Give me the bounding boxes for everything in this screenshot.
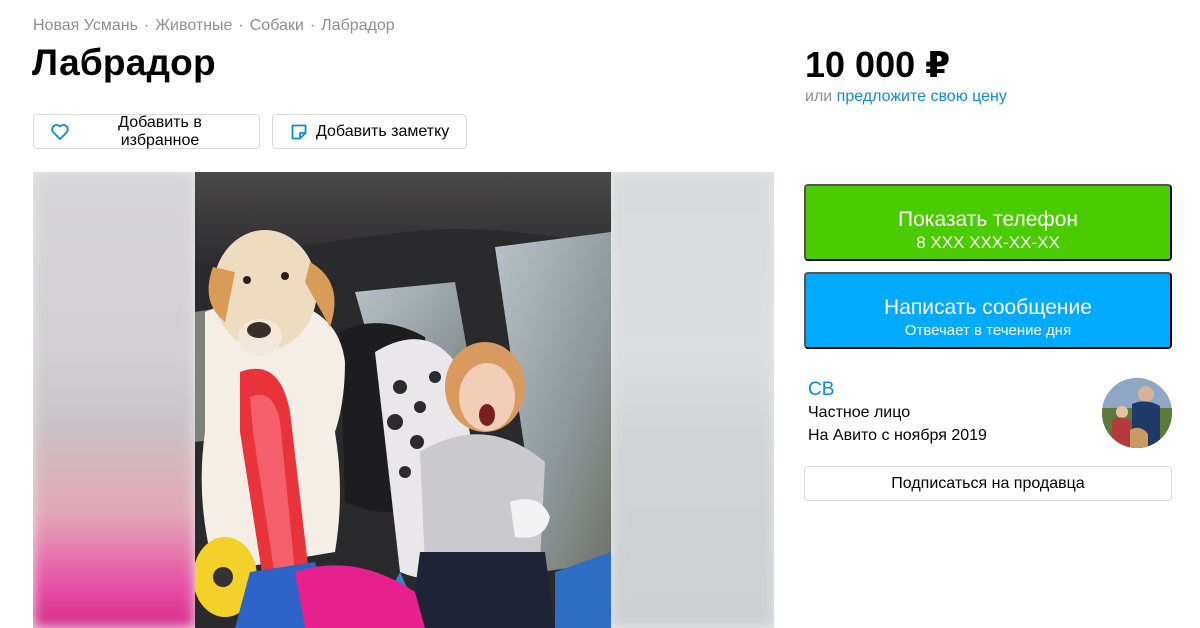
breadcrumb-item-dogs[interactable]: Собаки (250, 17, 304, 35)
add-note-label: Добавить заметку (316, 122, 450, 140)
photo-gallery[interactable] (33, 172, 774, 628)
breadcrumb-separator: · (238, 17, 244, 34)
page-title: Лабрадор (32, 42, 216, 83)
listing-photo[interactable] (195, 172, 611, 628)
price-offer-prefix: или (805, 88, 833, 105)
gallery-blur-right (611, 172, 774, 628)
show-phone-label: Показать телефон (898, 207, 1078, 231)
breadcrumb: Новая Усмань · Животные · Собаки · Лабра… (33, 17, 395, 35)
add-note-button[interactable]: Добавить заметку (272, 114, 467, 149)
breadcrumb-separator: · (143, 17, 150, 34)
add-to-favorites-label: Добавить в избранное (118, 113, 202, 149)
listing-photo-illustration (195, 172, 611, 628)
seller-name-link[interactable]: СВ (808, 379, 834, 401)
seller-since: На Авито с ноября 2019 (808, 427, 987, 444)
price: 10 000 ₽ (805, 44, 951, 85)
make-offer-link[interactable]: предложите свою цену (837, 88, 1007, 105)
breadcrumb-item-animals[interactable]: Животные (155, 17, 232, 35)
seller-avatar[interactable] (1102, 378, 1172, 448)
breadcrumb-item-labrador[interactable]: Лабрадор (321, 17, 395, 35)
add-to-favorites-button[interactable]: Добавить в избранное (33, 114, 260, 149)
price-offer: или предложите свою цену (805, 88, 1007, 106)
write-message-button[interactable]: Написать сообщение Отвечает в течение дн… (804, 272, 1172, 349)
seller-avatar-image (1102, 378, 1172, 448)
show-phone-button[interactable]: Показать телефон 8 XXX XXX-XX-XX (804, 184, 1172, 261)
breadcrumb-item-city[interactable]: Новая Усмань (33, 17, 138, 35)
gallery-blur-left (33, 172, 195, 628)
phone-mask: 8 XXX XXX-XX-XX (916, 232, 1060, 252)
response-time: Отвечает в течение дня (904, 321, 1072, 339)
note-icon (289, 122, 309, 142)
write-message-label: Написать сообщение (884, 295, 1092, 319)
breadcrumb-separator: · (309, 17, 316, 34)
seller-type: Частное лицо (808, 404, 911, 421)
subscribe-seller-button[interactable]: Подписаться на продавца (804, 466, 1172, 501)
heart-icon (50, 122, 70, 142)
